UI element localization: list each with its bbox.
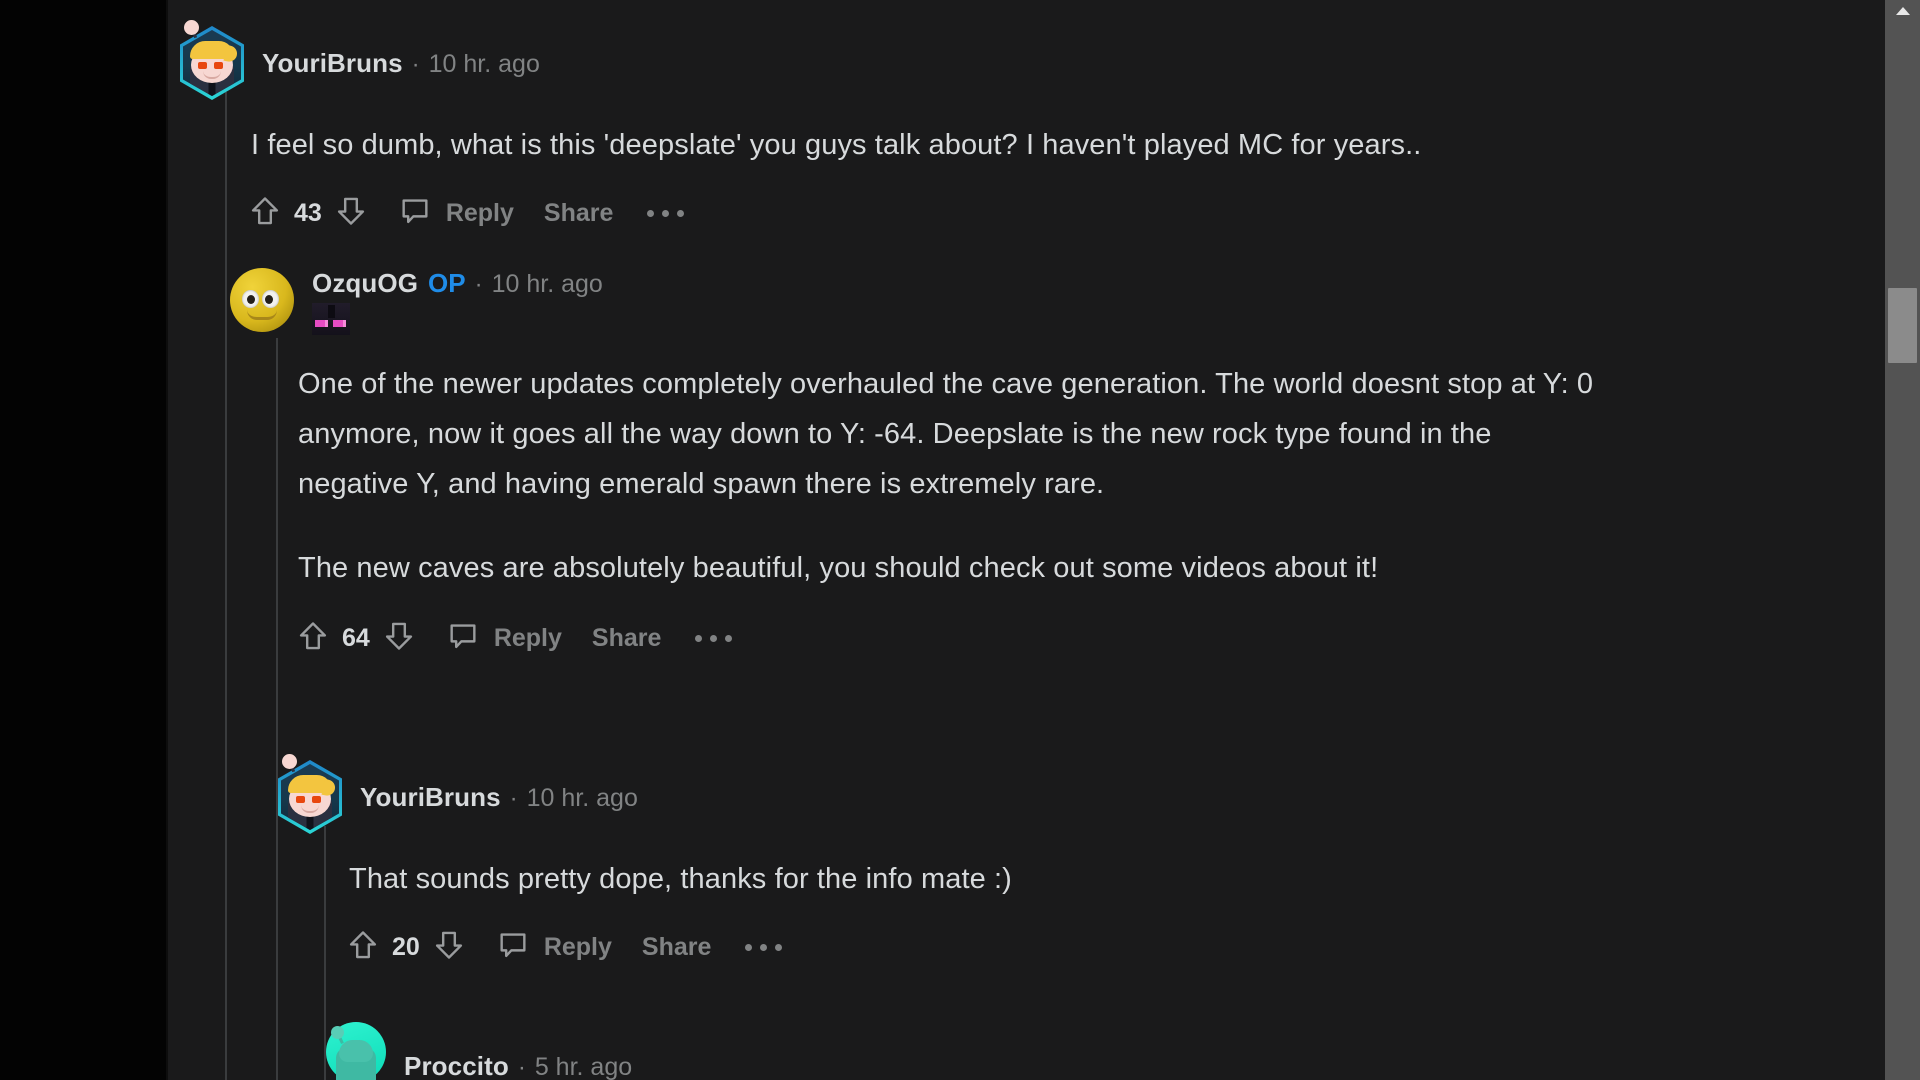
comment-action-bar: 64 Reply Share xyxy=(296,619,1860,658)
comment-body: I feel so dumb, what is this 'deepslate'… xyxy=(251,120,1860,170)
comment-bubble-icon[interactable] xyxy=(446,619,480,658)
header-separator: · xyxy=(411,50,420,78)
comment-body: That sounds pretty dope, thanks for the … xyxy=(349,854,1858,904)
reply-button[interactable]: Reply xyxy=(544,933,612,962)
comment-timestamp[interactable]: 10 hr. ago xyxy=(527,784,638,813)
comment-header: Proccito · 5 hr. ago xyxy=(326,1022,1826,1080)
left-gutter xyxy=(0,0,166,1080)
comment-header: OzquOG OP · 10 hr. ago xyxy=(230,268,1860,335)
avatar[interactable] xyxy=(180,20,244,100)
upvote-arrow-icon[interactable] xyxy=(346,928,380,967)
thread-line-depth-1[interactable] xyxy=(225,92,227,1080)
more-options-icon[interactable] xyxy=(647,210,685,217)
downvote-arrow-icon[interactable] xyxy=(334,194,368,233)
snoo-blonde-hex-avatar-icon xyxy=(278,754,342,834)
comment-thread-item: OzquOG OP · 10 hr. ago One of the newer … xyxy=(230,268,1860,658)
comment-timestamp[interactable]: 10 hr. ago xyxy=(492,270,603,299)
yellow-emoji-avatar-icon xyxy=(230,268,294,332)
comment-timestamp[interactable]: 5 hr. ago xyxy=(535,1053,632,1080)
comment-thread-item: Proccito · 5 hr. ago xyxy=(326,1022,1826,1080)
avatar[interactable] xyxy=(278,754,342,834)
comment-paragraph: That sounds pretty dope, thanks for the … xyxy=(349,863,1012,895)
comment-author-username[interactable]: YouriBruns xyxy=(262,48,403,79)
comment-header: YouriBruns · 10 hr. ago xyxy=(278,754,1858,834)
downvote-arrow-icon[interactable] xyxy=(432,928,466,967)
comment-score: 64 xyxy=(342,624,370,652)
header-separator: · xyxy=(509,784,518,812)
header-separator: · xyxy=(474,271,483,298)
comment-header: YouriBruns · 10 hr. ago xyxy=(180,20,1860,100)
comment-bubble-icon[interactable] xyxy=(496,928,530,967)
comment-paragraph: The new caves are absolutely beautiful, … xyxy=(298,552,1379,584)
share-button[interactable]: Share xyxy=(544,199,613,228)
avatar[interactable] xyxy=(326,1022,386,1080)
more-options-icon[interactable] xyxy=(745,944,783,951)
comment-score: 43 xyxy=(294,199,322,227)
reply-button[interactable]: Reply xyxy=(494,624,562,653)
vertical-scrollbar[interactable] xyxy=(1885,0,1920,1080)
share-button[interactable]: Share xyxy=(642,933,711,962)
comment-bubble-icon[interactable] xyxy=(398,194,432,233)
comment-action-bar: 20 Reply Share xyxy=(346,928,1858,967)
share-button[interactable]: Share xyxy=(592,624,661,653)
upvote-arrow-icon[interactable] xyxy=(248,194,282,233)
comment-action-bar: 43 Reply Share xyxy=(248,194,1860,233)
comment-thread-item: YouriBruns · 10 hr. ago I feel so dumb, … xyxy=(180,20,1860,233)
header-separator: · xyxy=(517,1054,526,1080)
upvote-arrow-icon[interactable] xyxy=(296,619,330,658)
enderman-face-flair-icon xyxy=(312,303,350,335)
comment-score: 20 xyxy=(392,933,420,961)
more-options-icon[interactable] xyxy=(695,635,733,642)
downvote-arrow-icon[interactable] xyxy=(382,619,416,658)
comment-timestamp[interactable]: 10 hr. ago xyxy=(429,50,540,79)
reddit-comment-thread-screen: YouriBruns · 10 hr. ago I feel so dumb, … xyxy=(0,0,1920,1080)
comment-paragraph: One of the newer updates completely over… xyxy=(298,368,1594,500)
comment-author-username[interactable]: YouriBruns xyxy=(360,782,501,813)
op-badge: OP xyxy=(428,268,466,298)
comment-thread-item: YouriBruns · 10 hr. ago That sounds pret… xyxy=(278,754,1858,967)
reply-button[interactable]: Reply xyxy=(446,199,514,228)
avatar[interactable] xyxy=(230,268,294,332)
comment-paragraph: I feel so dumb, what is this 'deepslate'… xyxy=(251,129,1422,161)
comment-body: One of the newer updates completely over… xyxy=(298,359,1598,593)
comment-author-username[interactable]: Proccito xyxy=(404,1051,509,1080)
comment-author-username[interactable]: OzquOG xyxy=(312,268,418,299)
snoo-blonde-hex-avatar-icon xyxy=(180,20,244,100)
scroll-up-arrow-icon[interactable] xyxy=(1885,0,1920,22)
comments-content-area: YouriBruns · 10 hr. ago I feel so dumb, … xyxy=(168,0,1885,1080)
snoo-teal-circle-avatar-icon xyxy=(326,1022,386,1080)
scrollbar-thumb[interactable] xyxy=(1888,288,1917,363)
